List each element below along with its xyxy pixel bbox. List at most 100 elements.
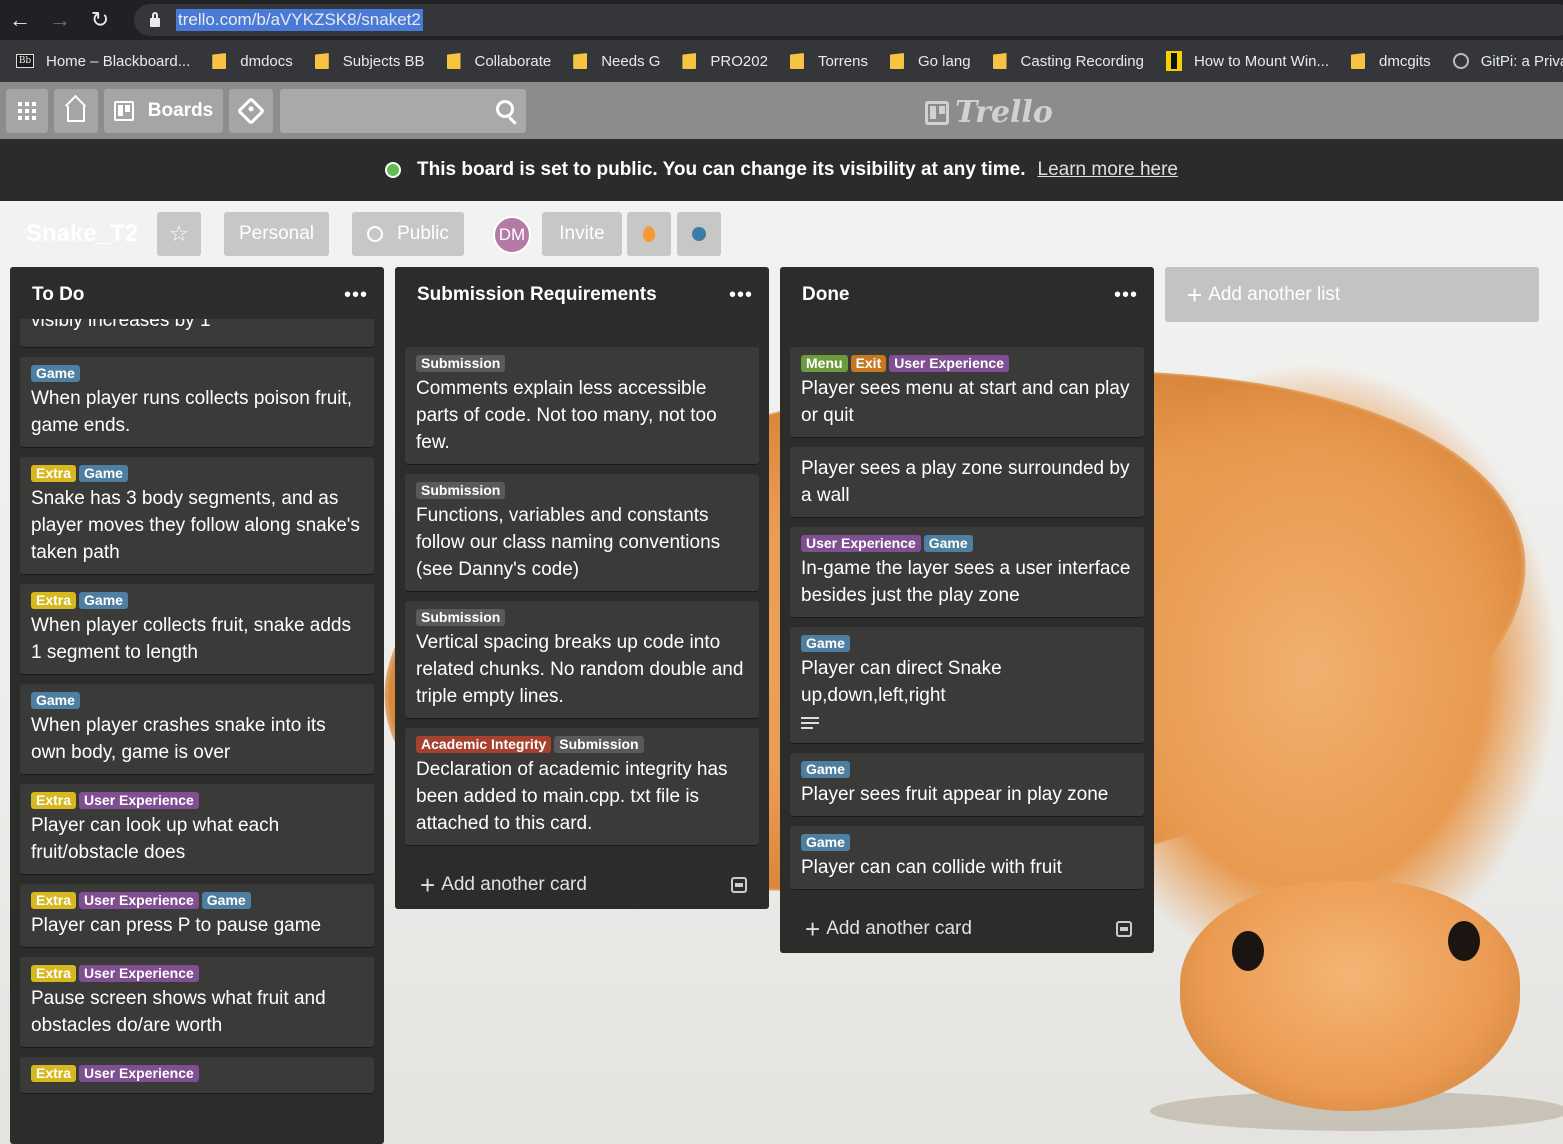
card-label[interactable]: Game <box>923 535 973 552</box>
card-label[interactable]: Extra <box>31 792 77 809</box>
avatar[interactable]: DM <box>493 216 531 254</box>
list-header[interactable]: To Do ••• <box>10 267 384 323</box>
card-template-icon[interactable] <box>731 877 747 893</box>
invite-button[interactable]: Invite <box>542 212 622 256</box>
card[interactable]: Game When player runs collects poison fru… <box>20 357 374 447</box>
add-card-button[interactable]: + Add another card <box>780 899 1154 953</box>
card-label[interactable]: Menu <box>801 355 848 372</box>
trello-logo[interactable]: Trello <box>925 95 1053 130</box>
url-text[interactable]: trello.com/b/aVYKZSK8/snaket2 <box>176 9 423 31</box>
butler-button[interactable] <box>627 212 671 256</box>
add-list-button[interactable]: + Add another list <box>1165 267 1539 322</box>
card-label[interactable]: Game <box>79 592 128 609</box>
card-label[interactable]: Extra <box>31 892 77 909</box>
card-label[interactable]: User Experience <box>79 892 199 909</box>
learn-more-link[interactable]: Learn more here <box>1038 159 1178 181</box>
card-label[interactable]: Game <box>801 635 850 652</box>
card-label[interactable]: Submission <box>416 482 506 499</box>
list-title[interactable]: Done <box>802 284 850 306</box>
card-labels: Submission <box>416 355 748 372</box>
card-labels: Extra User Experience <box>31 1065 363 1082</box>
apps-button[interactable] <box>6 89 48 133</box>
card-label[interactable]: Academic Integrity <box>416 736 552 753</box>
star-button[interactable]: ☆ <box>157 212 201 256</box>
card[interactable]: visibly increases by 1 <box>20 319 374 347</box>
card-label[interactable]: Game <box>801 761 850 778</box>
card[interactable]: Extra Game When player collects fruit, sna… <box>20 584 374 674</box>
reload-icon[interactable]: ↻ <box>80 0 120 40</box>
card-labels: Extra Game <box>31 465 363 482</box>
card[interactable]: Game Player can direct Snake up,down,left… <box>790 627 1144 743</box>
back-icon[interactable]: ← <box>0 0 40 40</box>
extension-button[interactable] <box>229 89 273 133</box>
card[interactable]: Submission Comments explain less accessib… <box>405 347 759 464</box>
search-icon[interactable] <box>496 100 514 118</box>
card-label[interactable]: User Experience <box>889 355 1009 372</box>
card[interactable]: Submission Functions, variables and const… <box>405 474 759 591</box>
list-title[interactable]: To Do <box>32 284 84 306</box>
card-label[interactable]: Game <box>31 365 80 382</box>
card-labels: Extra User Experience <box>31 965 363 982</box>
card-label[interactable]: User Experience <box>79 792 199 809</box>
card-label[interactable]: Exit <box>850 355 887 372</box>
bookmark-item[interactable]: Torrens <box>789 53 868 70</box>
list-header[interactable]: Done ••• <box>780 267 1154 323</box>
card-label[interactable]: Submission <box>416 609 506 626</box>
card-label[interactable]: Game <box>31 692 80 709</box>
more-icon[interactable]: ••• <box>1114 284 1138 307</box>
card-label[interactable]: Game <box>79 465 128 482</box>
card[interactable]: Game Player can can collide with fruit <box>790 826 1144 889</box>
card-label[interactable]: Extra <box>31 1065 77 1082</box>
card[interactable]: Extra User Experience <box>20 1057 374 1093</box>
bookmark-item[interactable]: Collaborate <box>446 53 551 70</box>
card-label[interactable]: User Experience <box>801 535 921 552</box>
powerup-button[interactable] <box>677 212 721 256</box>
home-button[interactable] <box>54 89 98 133</box>
card-label[interactable]: Extra <box>31 465 77 482</box>
card-label[interactable]: Submission <box>554 736 644 753</box>
bookmark-item[interactable]: Casting Recording <box>992 53 1144 70</box>
card[interactable]: Extra User Experience Game Player can press… <box>20 884 374 947</box>
card-label[interactable]: User Experience <box>79 1065 199 1082</box>
boards-button[interactable]: Boards <box>104 89 223 133</box>
add-card-button[interactable]: + Add another card <box>395 855 769 909</box>
bookmark-item[interactable]: Needs G <box>573 53 660 70</box>
card[interactable]: Extra User Experience Pause screen shows w… <box>20 957 374 1047</box>
bookmark-item[interactable]: Bb Home – Blackboard... <box>16 53 190 70</box>
more-icon[interactable]: ••• <box>729 284 753 307</box>
search-input[interactable] <box>280 89 526 133</box>
card-label[interactable]: Submission <box>416 355 506 372</box>
bookmark-item[interactable]: GitPi: a Privat <box>1452 53 1563 70</box>
bookmark-item[interactable]: Go lang <box>890 53 971 70</box>
more-icon[interactable]: ••• <box>344 284 368 307</box>
card-label[interactable]: Game <box>801 834 850 851</box>
card-label[interactable]: Game <box>201 892 251 909</box>
bookmark-item[interactable]: Subjects BB <box>314 53 425 70</box>
card[interactable]: Player sees a play zone surrounded by a … <box>790 447 1144 517</box>
card[interactable]: Game Player sees fruit appear in play zon… <box>790 753 1144 816</box>
card[interactable]: User Experience Game In-game the layer see… <box>790 527 1144 617</box>
card[interactable]: Extra User Experience Player can look up w… <box>20 784 374 874</box>
card[interactable]: Menu Exit User Experience Player sees menu … <box>790 347 1144 437</box>
card-label[interactable]: User Experience <box>79 965 199 982</box>
forward-icon[interactable]: → <box>40 0 80 40</box>
board-title[interactable]: Snake_T2 <box>18 212 146 256</box>
card[interactable]: Extra Game Snake has 3 body segments, and … <box>20 457 374 574</box>
visibility-button[interactable]: Public <box>352 212 464 256</box>
list-header[interactable]: Submission Requirements ••• <box>395 267 769 323</box>
card[interactable]: Academic Integrity Submission Declaration … <box>405 728 759 845</box>
card-template-icon[interactable] <box>1116 921 1132 937</box>
list-title[interactable]: Submission Requirements <box>417 284 657 306</box>
address-bar[interactable]: trello.com/b/aVYKZSK8/snaket2 <box>134 4 1563 36</box>
card[interactable]: Game When player crashes snake into its o… <box>20 684 374 774</box>
folder-icon <box>446 53 461 69</box>
card[interactable]: Submission Vertical spacing breaks up cod… <box>405 601 759 718</box>
bookmark-item[interactable]: dmdocs <box>212 53 293 70</box>
bookmark-item[interactable]: How to Mount Win... <box>1165 51 1329 71</box>
folder-icon <box>992 53 1007 69</box>
bookmark-item[interactable]: PRO202 <box>682 53 768 70</box>
bookmark-item[interactable]: dmcgits <box>1351 53 1431 70</box>
team-button[interactable]: Personal <box>224 212 329 256</box>
card-label[interactable]: Extra <box>31 965 77 982</box>
card-label[interactable]: Extra <box>31 592 77 609</box>
